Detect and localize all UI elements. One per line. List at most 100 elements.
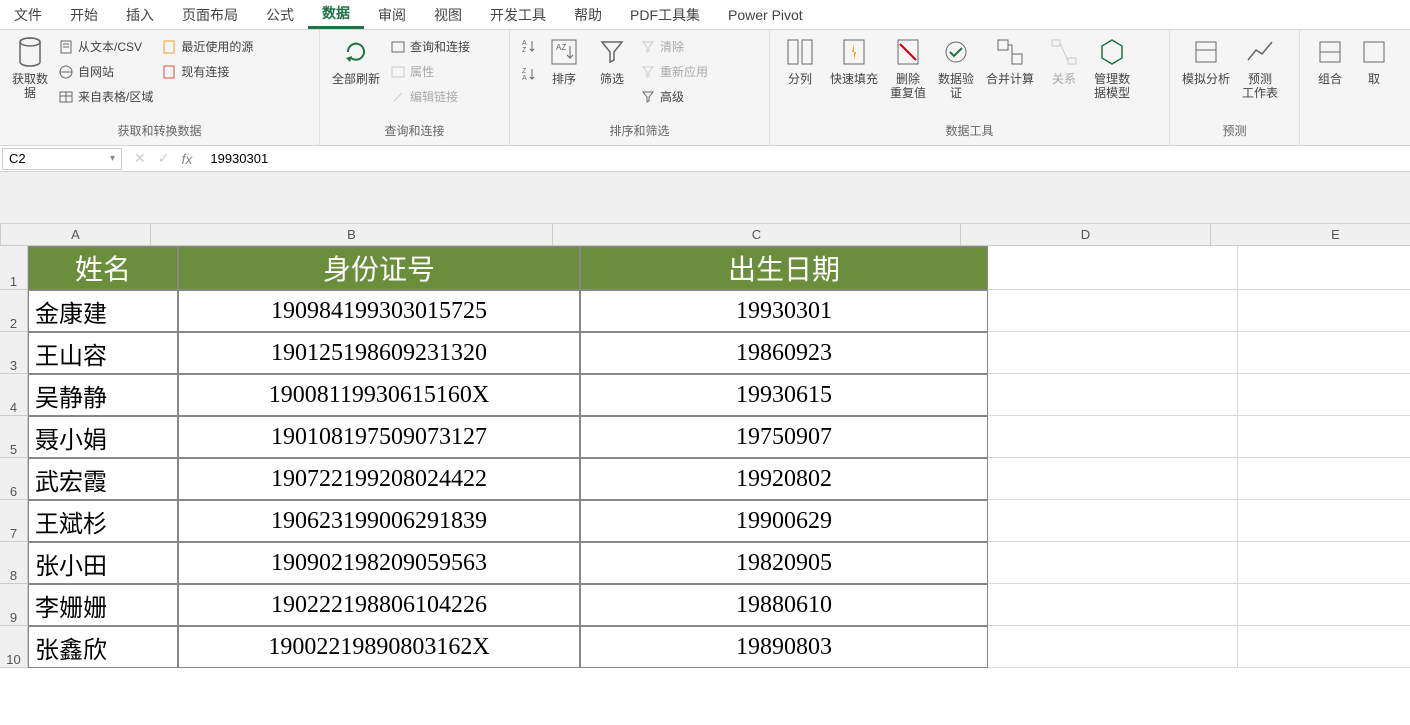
cell-B7[interactable]: 190623199006291839 bbox=[178, 500, 580, 542]
cell-C6[interactable]: 19920802 bbox=[580, 458, 988, 500]
cell-C9[interactable]: 19880610 bbox=[580, 584, 988, 626]
col-header-D[interactable]: D bbox=[961, 224, 1211, 246]
cell-A4[interactable]: 吴静静 bbox=[28, 374, 178, 416]
cell-C1[interactable]: 出生日期 bbox=[580, 246, 988, 290]
cancel-icon[interactable]: ✕ bbox=[134, 150, 146, 167]
cell-A3[interactable]: 王山容 bbox=[28, 332, 178, 374]
clear-filter-button[interactable]: 清除 bbox=[636, 36, 712, 57]
enter-icon[interactable]: ✓ bbox=[158, 150, 170, 167]
row-header-6[interactable]: 6 bbox=[0, 458, 28, 500]
reapply-button[interactable]: 重新应用 bbox=[636, 61, 712, 82]
tab-home[interactable]: 开始 bbox=[56, 0, 112, 29]
tab-formulas[interactable]: 公式 bbox=[252, 0, 308, 29]
tab-file[interactable]: 文件 bbox=[0, 0, 56, 29]
cell-D5[interactable] bbox=[988, 416, 1238, 458]
cell-D6[interactable] bbox=[988, 458, 1238, 500]
sort-desc-button[interactable]: ZA bbox=[516, 64, 540, 84]
col-header-C[interactable]: C bbox=[553, 224, 961, 246]
cell-A2[interactable]: 金康建 bbox=[28, 290, 178, 332]
row-header-5[interactable]: 5 bbox=[0, 416, 28, 458]
cell-B6[interactable]: 190722199208024422 bbox=[178, 458, 580, 500]
cell-D2[interactable] bbox=[988, 290, 1238, 332]
cell-C5[interactable]: 19750907 bbox=[580, 416, 988, 458]
cell-E2[interactable] bbox=[1238, 290, 1410, 332]
data-validation-button[interactable]: 数据验 证 bbox=[932, 32, 980, 104]
cell-B3[interactable]: 190125198609231320 bbox=[178, 332, 580, 374]
row-header-9[interactable]: 9 bbox=[0, 584, 28, 626]
row-header-4[interactable]: 4 bbox=[0, 374, 28, 416]
cell-C8[interactable]: 19820905 bbox=[580, 542, 988, 584]
get-data-button[interactable]: 获取数 据 bbox=[6, 32, 54, 104]
existing-connections-button[interactable]: 现有连接 bbox=[157, 61, 257, 82]
tab-insert[interactable]: 插入 bbox=[112, 0, 168, 29]
cell-B1[interactable]: 身份证号 bbox=[178, 246, 580, 290]
cell-C3[interactable]: 19860923 bbox=[580, 332, 988, 374]
from-web-button[interactable]: 自网站 bbox=[54, 61, 157, 82]
row-header-7[interactable]: 7 bbox=[0, 500, 28, 542]
tab-pdf[interactable]: PDF工具集 bbox=[616, 0, 714, 29]
cell-D7[interactable] bbox=[988, 500, 1238, 542]
refresh-all-button[interactable]: 全部刷新 bbox=[326, 32, 386, 90]
dropdown-icon[interactable]: ▾ bbox=[110, 153, 115, 164]
tab-view[interactable]: 视图 bbox=[420, 0, 476, 29]
cell-D10[interactable] bbox=[988, 626, 1238, 668]
advanced-filter-button[interactable]: 高级 bbox=[636, 86, 712, 107]
tab-dev[interactable]: 开发工具 bbox=[476, 0, 560, 29]
col-header-B[interactable]: B bbox=[151, 224, 553, 246]
group-rows-button[interactable]: 组合 bbox=[1306, 32, 1354, 90]
tab-help[interactable]: 帮助 bbox=[560, 0, 616, 29]
cell-A9[interactable]: 李姗姗 bbox=[28, 584, 178, 626]
cell-A5[interactable]: 聂小娟 bbox=[28, 416, 178, 458]
cell-C10[interactable]: 19890803 bbox=[580, 626, 988, 668]
cell-D9[interactable] bbox=[988, 584, 1238, 626]
cell-C2[interactable]: 19930301 bbox=[580, 290, 988, 332]
cell-D4[interactable] bbox=[988, 374, 1238, 416]
tab-powerpivot[interactable]: Power Pivot bbox=[714, 0, 817, 29]
cell-A7[interactable]: 王斌杉 bbox=[28, 500, 178, 542]
properties-button[interactable]: 属性 bbox=[386, 61, 474, 82]
cell-E6[interactable] bbox=[1238, 458, 1410, 500]
row-header-1[interactable]: 1 bbox=[0, 246, 28, 290]
manage-data-model-button[interactable]: 管理数 据模型 bbox=[1088, 32, 1136, 104]
name-box[interactable]: C2 ▾ bbox=[2, 148, 122, 170]
row-header-10[interactable]: 10 bbox=[0, 626, 28, 668]
cell-B4[interactable]: 19008119930615160X bbox=[178, 374, 580, 416]
cell-B10[interactable]: 19002219890803162X bbox=[178, 626, 580, 668]
cell-E9[interactable] bbox=[1238, 584, 1410, 626]
cell-B5[interactable]: 190108197509073127 bbox=[178, 416, 580, 458]
cell-D8[interactable] bbox=[988, 542, 1238, 584]
relationships-button[interactable]: 关系 bbox=[1040, 32, 1088, 90]
cell-A8[interactable]: 张小田 bbox=[28, 542, 178, 584]
ungroup-button[interactable]: 取 bbox=[1354, 32, 1394, 90]
sort-asc-button[interactable]: AZ bbox=[516, 36, 540, 56]
cell-E3[interactable] bbox=[1238, 332, 1410, 374]
cell-D1[interactable] bbox=[988, 246, 1238, 290]
sort-button[interactable]: AZ 排序 bbox=[540, 32, 588, 90]
cell-A6[interactable]: 武宏霞 bbox=[28, 458, 178, 500]
cell-E8[interactable] bbox=[1238, 542, 1410, 584]
cell-B9[interactable]: 190222198806104226 bbox=[178, 584, 580, 626]
edit-links-button[interactable]: 编辑链接 bbox=[386, 86, 474, 107]
text-to-columns-button[interactable]: 分列 bbox=[776, 32, 824, 90]
cell-A1[interactable]: 姓名 bbox=[28, 246, 178, 290]
cell-C4[interactable]: 19930615 bbox=[580, 374, 988, 416]
cell-C7[interactable]: 19900629 bbox=[580, 500, 988, 542]
flash-fill-button[interactable]: 快速填充 bbox=[824, 32, 884, 90]
cell-A10[interactable]: 张鑫欣 bbox=[28, 626, 178, 668]
queries-connections-button[interactable]: 查询和连接 bbox=[386, 36, 474, 57]
from-table-button[interactable]: 来自表格/区域 bbox=[54, 86, 157, 107]
cell-E4[interactable] bbox=[1238, 374, 1410, 416]
remove-duplicates-button[interactable]: 删除 重复值 bbox=[884, 32, 932, 104]
fx-icon[interactable]: fx bbox=[181, 151, 192, 167]
cell-D3[interactable] bbox=[988, 332, 1238, 374]
tab-layout[interactable]: 页面布局 bbox=[168, 0, 252, 29]
row-header-3[interactable]: 3 bbox=[0, 332, 28, 374]
cell-E1[interactable] bbox=[1238, 246, 1410, 290]
cell-E10[interactable] bbox=[1238, 626, 1410, 668]
recent-sources-button[interactable]: 最近使用的源 bbox=[157, 36, 257, 57]
col-header-E[interactable]: E bbox=[1211, 224, 1410, 246]
cell-E5[interactable] bbox=[1238, 416, 1410, 458]
filter-button[interactable]: 筛选 bbox=[588, 32, 636, 90]
tab-review[interactable]: 审阅 bbox=[364, 0, 420, 29]
cell-B2[interactable]: 190984199303015725 bbox=[178, 290, 580, 332]
